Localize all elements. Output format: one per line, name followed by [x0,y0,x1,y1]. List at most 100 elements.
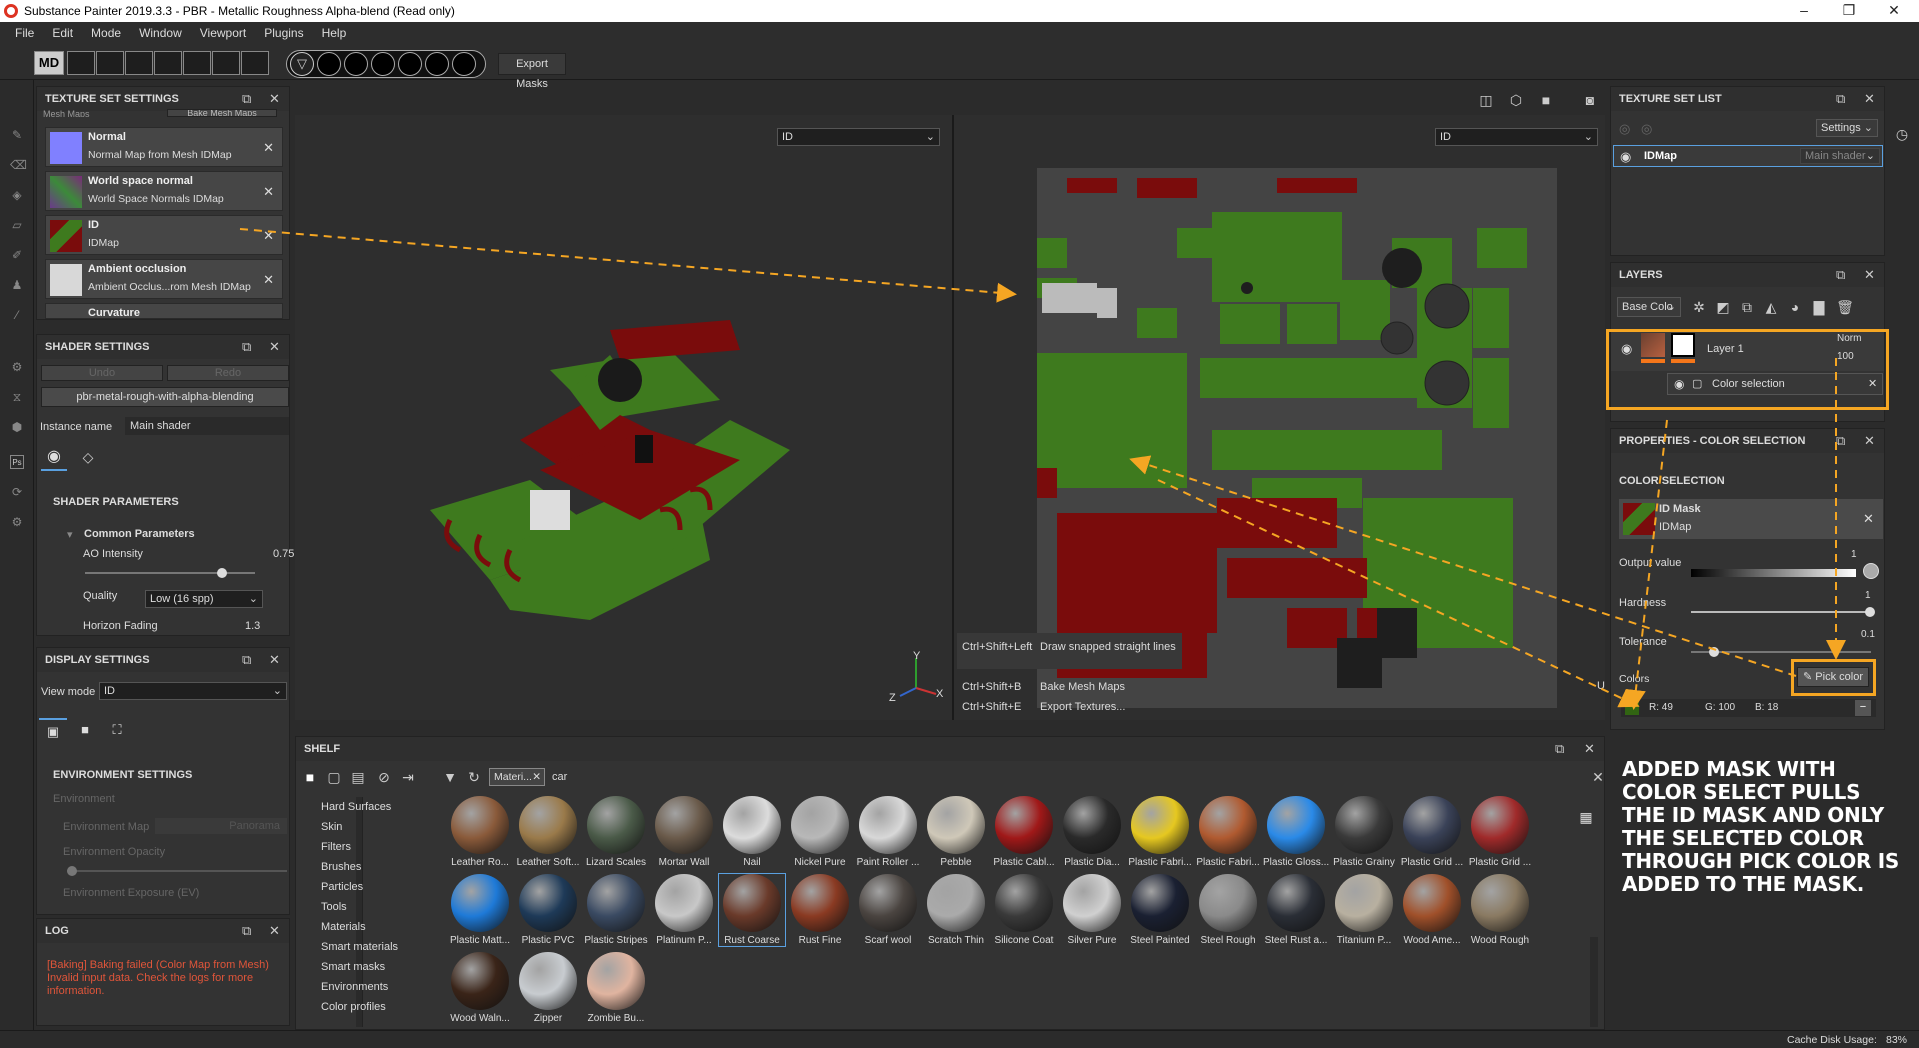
clone-icon[interactable]: ♟ [10,278,24,292]
float-panel-icon[interactable]: ⧉ [1836,87,1845,111]
folder-icon[interactable]: ■ [298,765,322,789]
filter-tag[interactable]: Materi... ✕ [489,768,545,786]
material-tile[interactable]: Silicone Coat [991,874,1057,946]
grid-view-icon[interactable]: ▦ [1574,805,1598,829]
view-split-icon[interactable]: ◫ [1474,88,1498,112]
remove-map-icon[interactable]: ✕ [263,272,274,288]
menu-file[interactable]: File [15,26,34,40]
channel-toggle-5[interactable] [183,51,211,75]
channel-toggle-1[interactable] [67,51,95,75]
eraser-icon[interactable]: ⌫ [10,158,27,172]
collapse-chevron-icon[interactable]: ▾ [67,528,73,541]
menu-mode[interactable]: Mode [91,26,121,40]
paint-brush-icon[interactable]: ✎ [10,128,24,142]
material-tile[interactable]: Plastic Grid ... [1467,796,1533,868]
shelf-category-environments[interactable]: Environments [321,981,388,993]
shelf-category-smart-materials[interactable]: Smart materials [321,941,398,953]
slider-knob[interactable] [217,568,227,578]
material-tile[interactable]: Paint Roller ... [855,796,921,868]
texture-set-item-idmap[interactable]: ◉ IDMap Main shader ⌄ [1613,145,1883,167]
shelf-category-particles[interactable]: Particles [321,881,363,893]
reset-icon[interactable]: ↻ [462,765,486,789]
texture-set-settings-dropdown[interactable]: Settings ⌄ [1816,119,1878,137]
output-color-picker-icon[interactable] [1863,563,1879,579]
material-tile[interactable]: Leather Soft... [515,796,581,868]
add-folder-icon[interactable]: ▇ [1807,295,1831,319]
plugin-gear-icon[interactable]: ⚙ [10,515,24,529]
instance-name-field[interactable]: Main shader [125,417,289,435]
viewer-tab-icon[interactable]: ⛶ [103,718,131,744]
remove-map-icon[interactable]: ✕ [263,228,274,244]
hide-icon[interactable]: ⊘ [372,765,396,789]
color-picker-icon[interactable]: ⁄ [10,308,24,322]
shelf-category-hard-surfaces[interactable]: Hard Surfaces [321,801,391,813]
slider-knob[interactable] [67,866,77,876]
remove-map-icon[interactable]: ✕ [263,140,274,156]
hardness-slider[interactable] [1691,607,1875,617]
shelf-category-brushes[interactable]: Brushes [321,861,361,873]
shelf-category-materials[interactable]: Materials [321,921,366,933]
shader-tessellation-tab-icon[interactable]: ◇ [75,445,101,471]
settings-gear-icon[interactable]: ⚙ [10,360,24,374]
minimize-button[interactable]: – [1784,0,1824,22]
float-panel-icon[interactable]: ⧉ [1836,429,1845,453]
filter-icon[interactable]: ▽ [290,52,314,76]
shelf-search-input[interactable]: car [548,768,1568,786]
add-layer-icon[interactable]: ⧉ [1735,295,1759,319]
shelf-category-skin[interactable]: Skin [321,821,342,833]
add-fill-layer-icon[interactable]: ◭ [1759,295,1783,319]
bake-mesh-maps-button[interactable]: Bake Mesh Maps [167,109,277,117]
mesh-map-row-normal[interactable]: Normal Normal Map from Mesh IDMap ✕ [45,127,283,167]
material-tile[interactable]: Silver Pure [1059,874,1125,946]
shader-params-tab-icon[interactable]: ◉ [41,445,67,471]
slider-knob[interactable] [1709,647,1719,657]
material-tile[interactable]: Nail [719,796,785,868]
materials-scrollbar[interactable] [1590,937,1598,1027]
add-mask-generator-icon[interactable]: ◕ [1783,295,1807,319]
shader-select-button[interactable]: pbr-metal-rough-with-alpha-blending [41,387,289,407]
close-panel-icon[interactable]: ✕ [269,87,280,111]
material-tile[interactable]: Mortar Wall [651,796,717,868]
visibility-eye-icon[interactable]: ◉ [1620,149,1631,165]
material-tile[interactable]: Pebble [923,796,989,868]
iray-icon[interactable]: ⬢ [10,420,24,434]
shelf-category-color-profiles[interactable]: Color profiles [321,1001,386,1013]
id-mask-slot[interactable]: ID Mask IDMap ✕ [1619,499,1883,539]
close-window-button[interactable]: ✕ [1874,0,1914,22]
menu-plugins[interactable]: Plugins [264,26,303,40]
environment-opacity-slider[interactable] [67,866,287,876]
environment-tab-icon[interactable]: ▣ [39,718,67,744]
float-panel-icon[interactable]: ⧉ [242,335,251,359]
slider-knob[interactable] [1865,607,1875,617]
cube-view-icon[interactable]: ⬡ [1504,88,1528,112]
add-mask-icon[interactable]: ◩ [1711,295,1735,319]
mask-channel-3[interactable] [371,52,395,76]
material-tile[interactable]: Plastic Grid ... [1399,796,1465,868]
environment-map-field[interactable]: Panorama [155,818,287,834]
color-swatch[interactable] [1625,701,1639,715]
channel-toggle-6[interactable] [212,51,240,75]
mesh-map-row-world-space-normal[interactable]: World space normal World Space Normals I… [45,171,283,211]
delete-layer-icon[interactable]: 🗑 [1833,295,1857,319]
remove-mask-icon[interactable]: ✕ [1863,511,1874,527]
channel-toggle-3[interactable] [125,51,153,75]
projection-icon[interactable]: ◈ [10,188,24,202]
clear-search-icon[interactable]: ✕ [1586,765,1610,789]
smudge-icon[interactable]: ✐ [10,248,24,262]
material-tile[interactable]: Plastic Dia... [1059,796,1125,868]
float-panel-icon[interactable]: ⧉ [242,87,251,111]
restore-button[interactable]: ❐ [1829,0,1869,22]
mask-channel-4[interactable] [398,52,422,76]
float-panel-icon[interactable]: ⧉ [1555,737,1564,761]
material-tile[interactable]: Steel Rough [1195,874,1261,946]
menu-help[interactable]: Help [322,26,347,40]
material-tile[interactable]: Plastic Matt... [447,874,513,946]
photoshop-icon[interactable]: Ps [10,455,24,469]
color-entry-row[interactable]: R: 49 G: 100 B: 18 − [1621,699,1876,717]
import-icon[interactable]: ▤ [346,765,370,789]
material-tile[interactable]: Zombie Bu... [583,952,649,1024]
filter-icon[interactable]: ▼ [438,765,462,789]
remove-color-icon[interactable]: − [1855,700,1871,716]
quality-dropdown[interactable]: Low (16 spp) ⌄ [145,590,263,608]
close-panel-icon[interactable]: ✕ [269,648,280,672]
